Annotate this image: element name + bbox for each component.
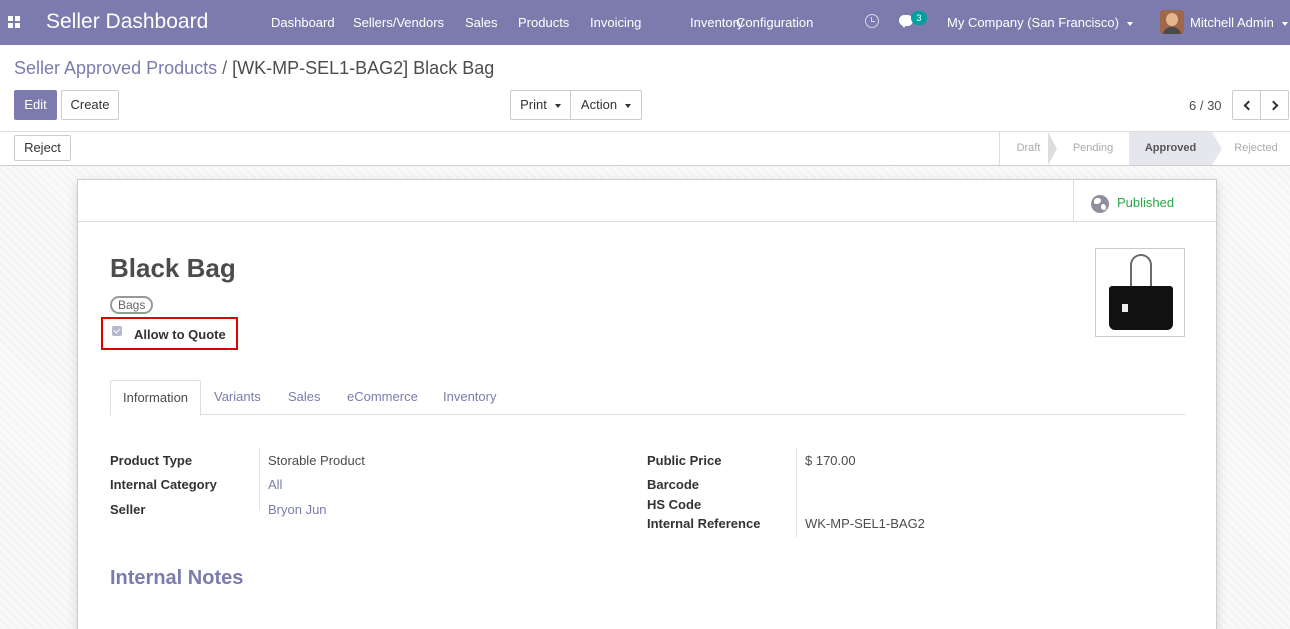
product-name: Black Bag bbox=[110, 253, 236, 283]
internal-category-link[interactable]: All bbox=[268, 477, 282, 492]
internal-category-label: Internal Category bbox=[110, 477, 217, 492]
notification-badge: 3 bbox=[911, 11, 927, 25]
internal-notes-heading: Internal Notes bbox=[110, 567, 244, 589]
smart-button-box: Published bbox=[78, 180, 1216, 222]
menu-sellers-vendors[interactable]: Sellers/Vendors bbox=[353, 15, 444, 30]
public-price-label: Public Price bbox=[647, 453, 722, 468]
bag-body-shape bbox=[1109, 286, 1173, 330]
breadcrumb-parent-link[interactable]: Seller Approved Products bbox=[14, 58, 217, 78]
app-brand[interactable]: Seller Dashboard bbox=[46, 10, 208, 34]
menu-dashboard[interactable]: Dashboard bbox=[271, 15, 335, 30]
breadcrumb: Seller Approved Products / [WK-MP-SEL1-BAG… bbox=[14, 58, 494, 79]
bag-tag-shape bbox=[1122, 304, 1128, 312]
caret-down-icon bbox=[1126, 21, 1133, 26]
stage-pending[interactable]: Pending bbox=[1057, 132, 1129, 165]
tab-information[interactable]: Information bbox=[110, 380, 202, 416]
pager-next-button[interactable] bbox=[1260, 90, 1289, 120]
allow-quote-checkbox[interactable] bbox=[112, 326, 122, 336]
hs-code-label: HS Code bbox=[647, 497, 702, 512]
product-type-value: Storable Product bbox=[268, 453, 365, 468]
globe-icon bbox=[1091, 195, 1109, 213]
create-button[interactable]: Create bbox=[61, 90, 119, 120]
breadcrumb-separator: / bbox=[222, 58, 228, 78]
tab-variants[interactable]: Variants bbox=[202, 380, 273, 415]
action-label: Action bbox=[580, 97, 618, 112]
company-name: My Company (San Francisco) bbox=[947, 15, 1119, 30]
breadcrumb-current: [WK-MP-SEL1-BAG2] Black Bag bbox=[232, 58, 495, 78]
field-separator bbox=[796, 448, 797, 538]
edit-button[interactable]: Edit bbox=[14, 90, 57, 120]
user-menu[interactable]: Mitchell Admin bbox=[1190, 15, 1288, 30]
stage-arrow bbox=[1212, 132, 1222, 165]
menu-invoicing[interactable]: Invoicing bbox=[590, 15, 641, 30]
user-avatar[interactable] bbox=[1160, 10, 1184, 34]
public-price-value: $ 170.00 bbox=[805, 453, 856, 468]
stage-arrow bbox=[1048, 132, 1057, 165]
caret-down-icon bbox=[625, 103, 632, 108]
user-name: Mitchell Admin bbox=[1190, 15, 1274, 30]
menu-products[interactable]: Products bbox=[518, 15, 569, 30]
published-status: Published bbox=[1117, 195, 1175, 210]
caret-down-icon bbox=[554, 103, 561, 108]
tab-ecommerce[interactable]: eCommerce bbox=[335, 380, 430, 415]
product-image[interactable] bbox=[1095, 248, 1185, 337]
chevron-left-icon bbox=[1243, 100, 1253, 111]
menu-configuration[interactable]: Configuration bbox=[736, 15, 813, 30]
field-separator bbox=[259, 448, 260, 510]
seller-label: Seller bbox=[110, 502, 146, 517]
statusbar: Reject Draft Pending Approved Rejected bbox=[0, 132, 1290, 166]
reject-button[interactable]: Reject bbox=[14, 135, 71, 161]
internal-reference-label: Internal Reference bbox=[647, 516, 761, 531]
barcode-label: Barcode bbox=[647, 477, 700, 492]
print-dropdown[interactable]: Print bbox=[510, 90, 571, 120]
form-sheet: Published Black Bag Bags Allow to Quote … bbox=[77, 179, 1217, 629]
pager-value[interactable]: 6 / 30 bbox=[1189, 98, 1222, 113]
activity-clock-icon[interactable] bbox=[865, 14, 879, 28]
company-switcher[interactable]: My Company (San Francisco) bbox=[947, 15, 1133, 30]
tab-inventory[interactable]: Inventory bbox=[431, 380, 508, 415]
chevron-right-icon bbox=[1268, 100, 1278, 111]
top-navbar: Seller Dashboard Dashboard Sellers/Vendo… bbox=[0, 0, 1290, 45]
action-dropdown[interactable]: Action bbox=[570, 90, 642, 120]
seller-link[interactable]: Bryon Jun bbox=[268, 502, 327, 517]
menu-sales[interactable]: Sales bbox=[465, 15, 498, 30]
caret-down-icon bbox=[1281, 21, 1288, 26]
notebook-tabs: Information Variants Sales eCommerce Inv… bbox=[110, 380, 1185, 416]
print-label: Print bbox=[520, 97, 547, 112]
category-tag: Bags bbox=[110, 296, 154, 314]
product-type-label: Product Type bbox=[110, 453, 193, 468]
stage-rejected[interactable]: Rejected bbox=[1222, 132, 1290, 165]
apps-menu-icon[interactable] bbox=[8, 16, 20, 28]
stage-approved[interactable]: Approved bbox=[1129, 132, 1212, 165]
allow-quote-label: Allow to Quote bbox=[134, 327, 226, 342]
internal-reference-value: WK-MP-SEL1-BAG2 bbox=[805, 516, 925, 531]
tab-sales[interactable]: Sales bbox=[276, 380, 333, 415]
published-smart-button[interactable]: Published bbox=[1073, 180, 1216, 222]
pager-previous-button[interactable] bbox=[1232, 90, 1261, 120]
